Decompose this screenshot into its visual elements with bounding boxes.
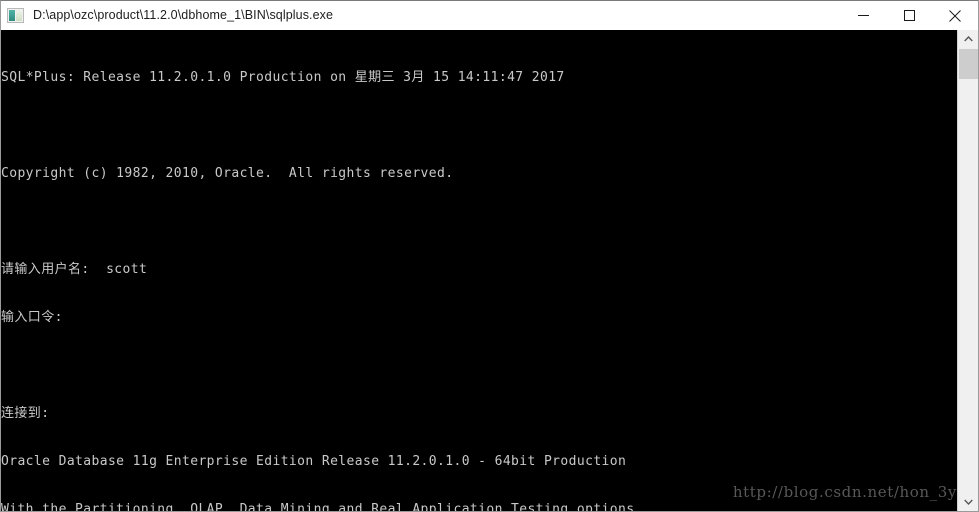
icon-pane-left [9, 10, 15, 21]
console-line: 输入口令: [1, 310, 63, 325]
console-window-icon [7, 8, 24, 23]
console-line: With the Partitioning, OLAP, Data Mining… [1, 502, 635, 511]
console-line: Copyright (c) 1982, 2010, Oracle. All ri… [1, 166, 454, 181]
chevron-down-icon [963, 499, 973, 505]
close-icon [949, 9, 961, 22]
console-output-area[interactable]: SQL*Plus: Release 11.2.0.1.0 Production … [1, 30, 957, 511]
title-bar[interactable]: D:\app\ozc\product\11.2.0\dbhome_1\BIN\s… [1, 1, 978, 30]
console-text: SQL*Plus: Release 11.2.0.1.0 Production … [1, 38, 957, 511]
scrollbar-thumb[interactable] [959, 49, 978, 79]
maximize-icon [903, 10, 915, 21]
console-line: Oracle Database 11g Enterprise Edition R… [1, 454, 627, 469]
minimize-button[interactable] [840, 1, 886, 30]
vertical-scrollbar[interactable] [957, 30, 978, 511]
close-button[interactable] [932, 1, 978, 30]
console-line: SQL*Plus: Release 11.2.0.1.0 Production … [1, 70, 565, 85]
console-window: D:\app\ozc\product\11.2.0\dbhome_1\BIN\s… [0, 0, 979, 512]
scrollbar-down-button[interactable] [958, 493, 978, 511]
icon-pane-right [16, 10, 22, 21]
console-line: 连接到: [1, 406, 50, 421]
minimize-icon [857, 15, 869, 16]
window-title: D:\app\ozc\product\11.2.0\dbhome_1\BIN\s… [33, 8, 334, 22]
scrollbar-up-button[interactable] [958, 30, 978, 48]
watermark-text: http://blog.csdn.net/hon_3y [732, 483, 957, 501]
console-line: 请输入用户名: scott [1, 262, 148, 277]
maximize-button[interactable] [886, 1, 932, 30]
chevron-up-icon [963, 36, 973, 42]
